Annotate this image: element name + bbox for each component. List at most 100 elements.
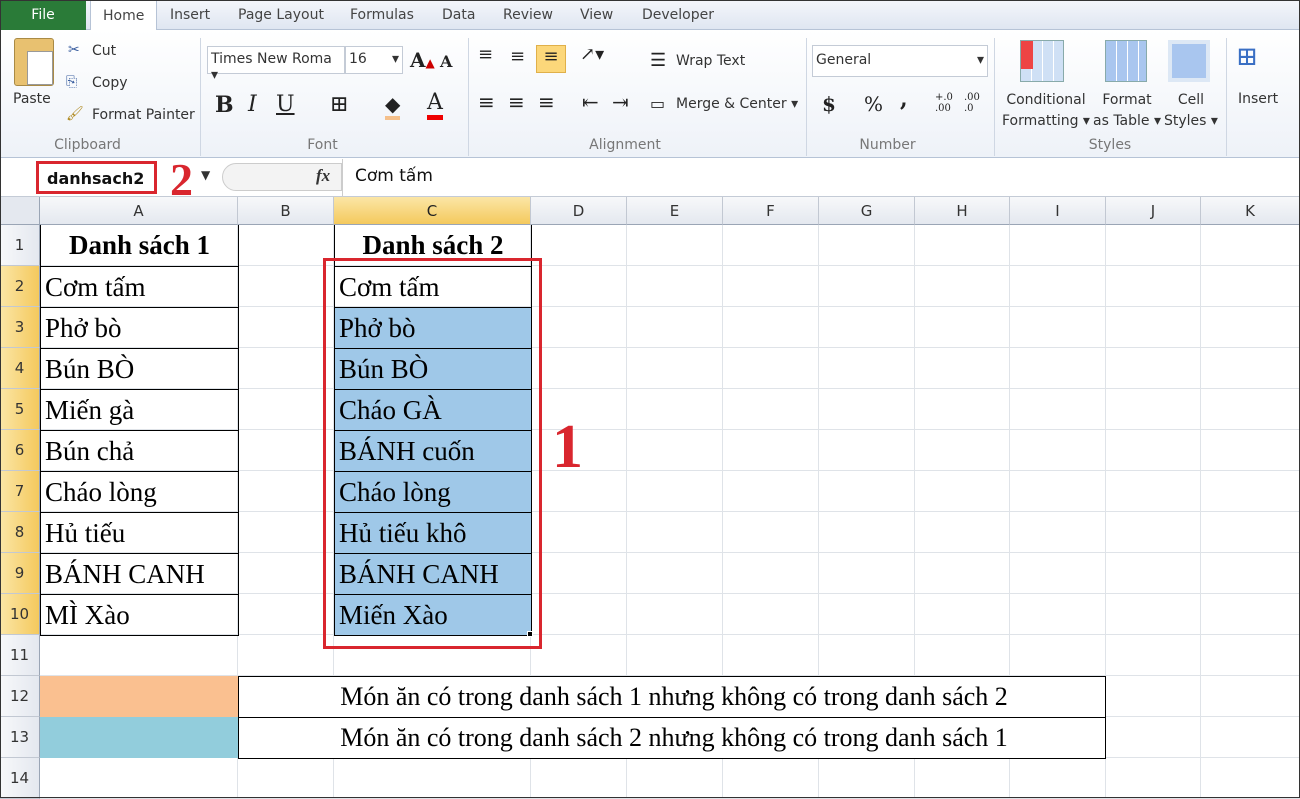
fill-color-icon[interactable]: ◆ (385, 92, 401, 120)
column-header-K[interactable]: K (1201, 197, 1300, 225)
column-header-G[interactable]: G (819, 197, 915, 225)
orientation-icon[interactable]: ↗▾ (580, 44, 604, 65)
conditional-formatting-button[interactable]: Conditional Formatting ▾ (1002, 90, 1090, 132)
tab-file[interactable]: File (0, 0, 86, 30)
number-group-label: Number (859, 137, 916, 153)
legend-swatch[interactable] (40, 676, 238, 717)
merge-label: Merge & Center (676, 96, 787, 112)
row-header-13[interactable]: 13 (0, 717, 40, 758)
column-header-B[interactable]: B (238, 197, 334, 225)
formula-bar: danhsach2 2 ▼ fx Cơm tấm (0, 154, 1300, 205)
tab-home[interactable]: Home (90, 0, 158, 31)
paste-button[interactable]: Paste (13, 91, 51, 107)
column-header-C[interactable]: C (334, 197, 531, 225)
cf-label1: Conditional (1006, 92, 1086, 108)
copy-button[interactable]: Copy (92, 75, 128, 91)
borders-icon[interactable]: ⊞ (330, 92, 348, 117)
increase-indent-icon[interactable]: ⇥ (612, 90, 629, 114)
font-size-select[interactable]: 16 ▾ (345, 46, 403, 74)
name-box-dropdown[interactable]: ▼ (201, 168, 210, 182)
ribbon-tabs: File Home Insert Page Layout Formulas Data Rev… (0, 0, 1300, 31)
row-header-5[interactable]: 5 (0, 389, 40, 430)
align-right-icon[interactable]: ≡ (538, 90, 555, 114)
row-header-7[interactable]: 7 (0, 471, 40, 512)
bold-button[interactable]: B (215, 92, 234, 118)
cell-styles-button[interactable]: Cell Styles ▾ (1164, 90, 1218, 132)
underline-button[interactable]: U (276, 92, 295, 117)
align-center-icon[interactable]: ≡ (508, 90, 525, 114)
row-header-10[interactable]: 10 (0, 594, 40, 635)
list1-cell[interactable]: Cháo lòng (40, 471, 239, 513)
list1-cell[interactable]: Phở bò (40, 307, 239, 349)
list1-cell[interactable]: BÁNH CANH (40, 553, 239, 595)
fx-icon[interactable]: fx (316, 166, 330, 186)
legend-text[interactable]: Món ăn có trong danh sách 2 nhưng không … (238, 717, 1106, 759)
gridline (1200, 225, 1201, 798)
format-as-table-button[interactable]: Format as Table ▾ (1093, 90, 1161, 132)
column-header-F[interactable]: F (723, 197, 819, 225)
comma-button[interactable]: , (900, 86, 908, 112)
ft-label1: Format (1102, 92, 1152, 108)
list1-cell[interactable]: Cơm tấm (40, 266, 239, 308)
column-header-I[interactable]: I (1010, 197, 1106, 225)
annotation-1: 1 (552, 413, 583, 481)
row-header-9[interactable]: 9 (0, 553, 40, 594)
align-left-icon[interactable]: ≡ (478, 90, 495, 114)
tab-page-layout[interactable]: Page Layout (238, 0, 324, 30)
legend-text[interactable]: Món ăn có trong danh sách 1 nhưng không … (238, 676, 1106, 718)
column-header-A[interactable]: A (40, 197, 238, 225)
select-all-corner[interactable] (0, 197, 40, 225)
name-box[interactable]: danhsach2 (36, 161, 157, 194)
list1-cell[interactable]: MÌ Xào (40, 594, 239, 636)
wrap-text-button[interactable]: Wrap Text (676, 53, 745, 69)
row-header-11[interactable]: 11 (0, 635, 40, 676)
row-header-12[interactable]: 12 (0, 676, 40, 717)
align-middle-icon[interactable]: ≡ (510, 46, 525, 67)
align-top-icon[interactable]: ≡ (478, 44, 493, 65)
row-header-1[interactable]: 1 (0, 225, 40, 266)
format-painter-button[interactable]: Format Painter (92, 107, 195, 123)
number-format-select[interactable]: General ▾ (812, 45, 988, 77)
row-header-2[interactable]: 2 (0, 266, 40, 307)
row-header-4[interactable]: 4 (0, 348, 40, 389)
legend-swatch[interactable] (40, 717, 238, 758)
cut-button[interactable]: Cut (92, 43, 116, 59)
tab-review[interactable]: Review (503, 0, 553, 30)
row-header-8[interactable]: 8 (0, 512, 40, 553)
ft-label2: as Table (1093, 113, 1150, 129)
cs-label2: Styles (1164, 113, 1207, 129)
column-header-H[interactable]: H (915, 197, 1010, 225)
column-header-E[interactable]: E (627, 197, 723, 225)
decrease-indent-icon[interactable]: ⇤ (582, 90, 599, 114)
paste-icon[interactable] (14, 38, 54, 86)
font-color-icon[interactable]: A (427, 90, 443, 120)
list1-cell[interactable]: Miến gà (40, 389, 239, 431)
tab-data[interactable]: Data (442, 0, 475, 30)
increase-decimal-button[interactable]: +.0 .00 (935, 92, 957, 114)
decrease-decimal-button[interactable]: .00 .0 (964, 92, 986, 114)
insert-button[interactable]: Insert (1238, 91, 1278, 107)
list1-cell[interactable]: Hủ tiếu (40, 512, 239, 554)
row-header-3[interactable]: 3 (0, 307, 40, 348)
list1-header[interactable]: Danh sách 1 (40, 225, 239, 267)
formula-input[interactable]: Cơm tấm (342, 159, 1300, 197)
font-size-value: 16 (349, 51, 367, 67)
currency-button[interactable]: $ (822, 92, 836, 116)
italic-button[interactable]: I (248, 92, 257, 117)
column-header-J[interactable]: J (1106, 197, 1201, 225)
grow-font-icon[interactable]: A▲ (410, 48, 435, 72)
font-name-select[interactable]: Times New Roma ▾ (207, 46, 345, 83)
shrink-font-icon[interactable]: A (440, 52, 452, 71)
merge-center-button[interactable]: Merge & Center ▾ (676, 96, 798, 112)
row-header-6[interactable]: 6 (0, 430, 40, 471)
tab-developer[interactable]: Developer (642, 0, 714, 30)
list1-cell[interactable]: Bún BÒ (40, 348, 239, 390)
percent-button[interactable]: % (864, 92, 883, 116)
tab-view[interactable]: View (580, 0, 613, 30)
list1-cell[interactable]: Bún chả (40, 430, 239, 472)
align-bottom-icon[interactable]: ≡ (536, 45, 566, 73)
column-header-D[interactable]: D (531, 197, 627, 225)
row-header-14[interactable]: 14 (0, 758, 40, 799)
tab-insert[interactable]: Insert (170, 0, 210, 30)
tab-formulas[interactable]: Formulas (350, 0, 414, 30)
